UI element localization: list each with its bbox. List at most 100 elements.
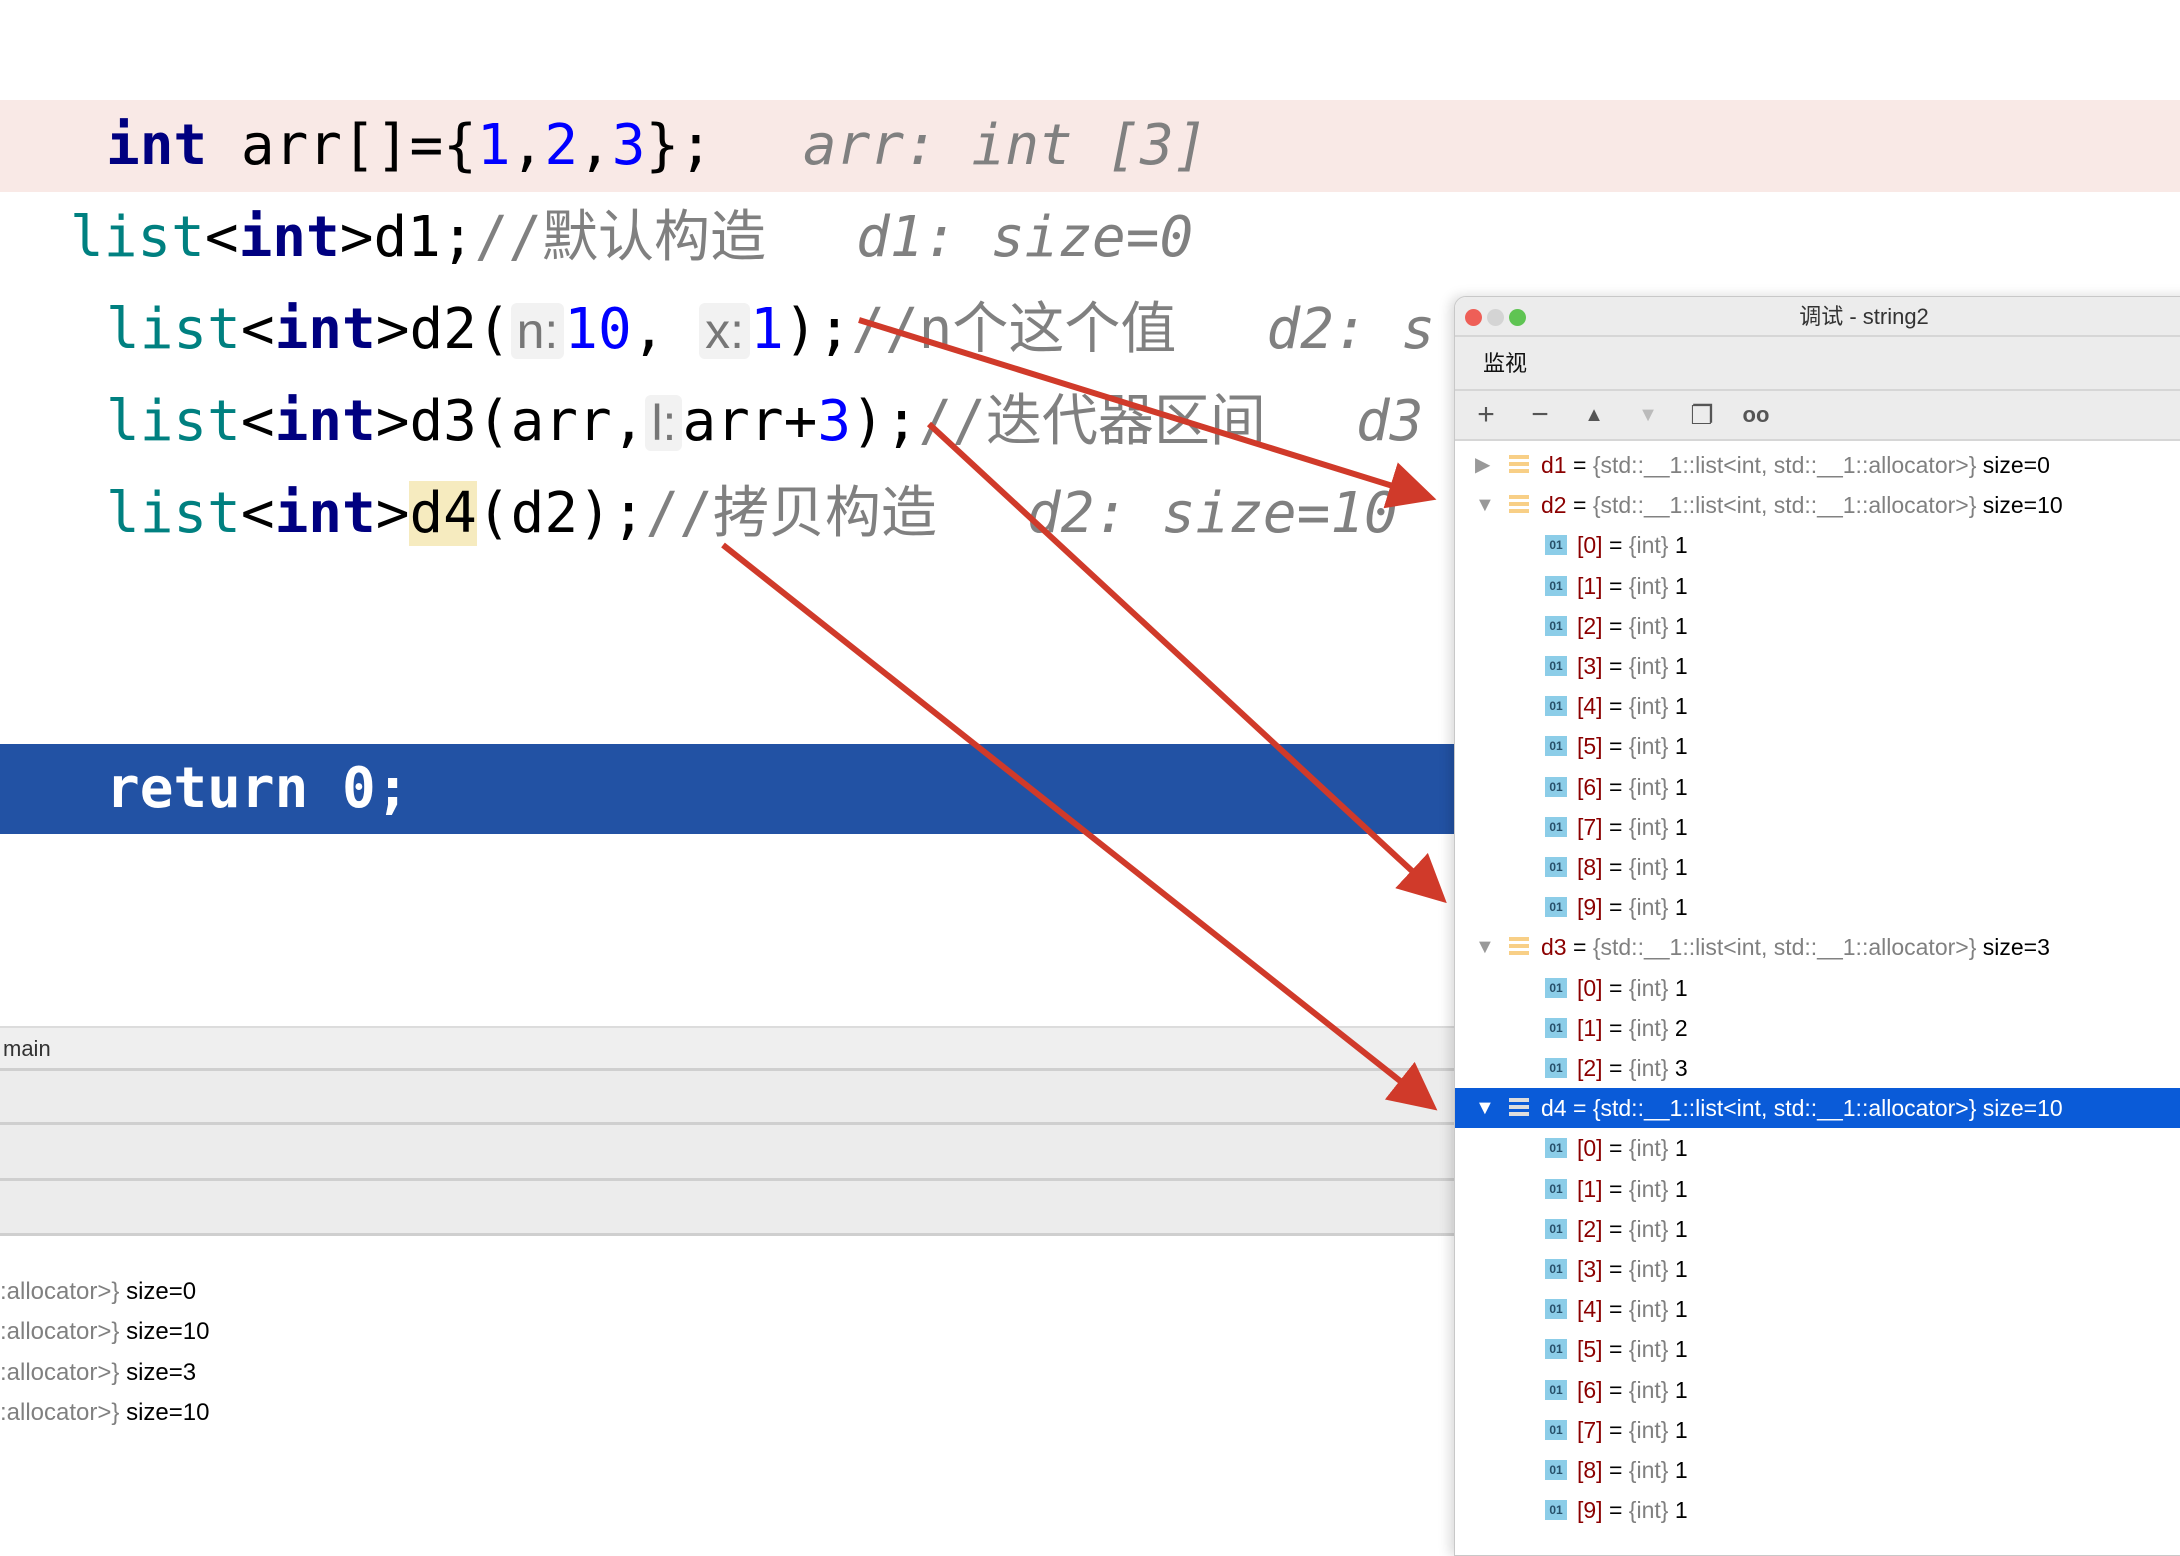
variable-value: size=10 [126,1318,210,1346]
watch-child-item[interactable]: 01 [7] = {int} 1 [1455,807,2180,847]
child-type: {int} [1628,1135,1669,1162]
expanded-triangle-icon[interactable]: ▼ [1475,927,1495,967]
child-value: 1 [1674,1296,1688,1323]
minus-icon[interactable]: − [1523,398,1557,432]
plus-icon[interactable]: + [1469,398,1503,432]
child-type: {int} [1628,532,1669,559]
watch-child-item[interactable]: 01 [1] = {int} 2 [1455,1008,2180,1048]
watch-child-item[interactable]: 01 [3] = {int} 1 [1455,646,2180,686]
frame-row[interactable] [0,1181,1460,1236]
watch-child-item[interactable]: 01 [4] = {int} 1 [1455,686,2180,726]
int-value-icon: 01 [1545,816,1567,837]
child-index: [4] [1577,693,1603,720]
expanded-triangle-icon[interactable]: ▼ [1475,485,1495,525]
int-value-icon: 01 [1545,1460,1567,1480]
watch-child-item[interactable]: 01 [8] = {int} 1 [1455,847,2180,887]
watch-child-item[interactable]: 01 [2] = {int} 1 [1455,1209,2180,1249]
watch-child-item[interactable]: 01 [5] = {int} 1 [1455,1329,2180,1369]
variable-value: size=3 [126,1358,197,1386]
frame-row[interactable] [0,1071,1460,1125]
child-type: {int} [1628,693,1669,720]
watch-child-item[interactable]: 01 [0] = {int} 1 [1455,968,2180,1008]
int-value-icon: 01 [1545,776,1567,797]
watch-child-item[interactable]: 01 [2] = {int} 3 [1455,1048,2180,1088]
variable-type: :allocator>} [0,1398,120,1426]
arrow-down-icon[interactable]: ▼ [1631,404,1665,427]
param-hint: l: [645,395,683,451]
variable-value: size=3 [1982,934,2050,961]
watch-child-item[interactable]: 01 [1] = {int} 1 [1455,1169,2180,1209]
arrow-up-icon[interactable]: ▲ [1577,404,1611,427]
child-type: {int} [1628,854,1669,880]
variable-row[interactable]: :allocator>} size=10 [0,1318,209,1346]
variable-type: {std::__1::list<int, std::__1::allocator… [1592,934,1977,961]
variable-value: size=10 [1982,1095,2063,1122]
inline-hint: d2: size=10 [1026,481,1398,546]
watch-child-item[interactable]: 01 [1] = {int} 1 [1455,566,2180,606]
child-type: {int} [1628,733,1669,760]
watch-item-d3[interactable]: ▼ d3 = {std::__1::list<int, std::__1::all… [1455,927,2180,967]
watch-toolbar: + − ▲ ▼ ❐ oo [1455,391,2180,441]
child-value: 1 [1674,854,1688,880]
variable-stack-icon [1509,455,1529,475]
watch-child-item[interactable]: 01 [0] = {int} 1 [1455,525,2180,565]
window-title: 调试 - string2 [1799,304,1929,329]
expanded-triangle-icon[interactable]: ▼ [1475,1088,1495,1128]
watch-child-item[interactable]: 01 [9] = {int} 1 [1455,887,2180,927]
child-index: [2] [1577,1055,1603,1081]
child-type: {int} [1628,1336,1669,1363]
child-index: [7] [1577,813,1603,840]
variable-name: d2 [1541,492,1567,519]
watch-child-item[interactable]: 01 [6] = {int} 1 [1455,1370,2180,1410]
watch-child-item[interactable]: 01 [9] = {int} 1 [1455,1490,2180,1530]
watch-child-item[interactable]: 01 [7] = {int} 1 [1455,1410,2180,1450]
int-value-icon: 01 [1545,857,1567,877]
variable-row[interactable]: :allocator>} size=3 [0,1359,196,1387]
child-type: {int} [1628,1256,1669,1282]
watch-child-item[interactable]: 01 [3] = {int} 1 [1455,1249,2180,1289]
watch-child-item[interactable]: 01 [0] = {int} 1 [1455,1128,2180,1168]
child-value: 1 [1674,974,1688,1001]
watch-item-d2[interactable]: ▼ d2 = {std::__1::list<int, std::__1::all… [1455,485,2180,525]
child-index: [0] [1577,532,1603,559]
frame-row[interactable] [0,1125,1460,1181]
child-type: {int} [1628,1055,1669,1081]
watch-item-d1[interactable]: ▶ d1 = {std::__1::list<int, std::__1::all… [1455,445,2180,485]
child-text: [1] = {int} 2 [1577,1014,1688,1041]
int-value-icon: 01 [1545,1379,1567,1400]
child-index: [1] [1577,1175,1603,1202]
frame-main[interactable]: main [0,1026,1460,1071]
variable-row[interactable]: :allocator>} size=10 [0,1399,209,1427]
child-index: [9] [1577,1497,1603,1524]
int-value-icon: 01 [1545,1339,1567,1360]
child-index: [8] [1577,854,1603,880]
highlighted-symbol[interactable]: d4 [409,481,477,546]
collapsed-triangle-icon[interactable]: ▶ [1475,445,1490,485]
param-hint: n: [510,303,565,359]
watch-child-item[interactable]: 01 [5] = {int} 1 [1455,726,2180,766]
variable-value: size=10 [1982,492,2063,519]
child-value: 3 [1674,1055,1688,1081]
int-value-icon: 01 [1545,535,1567,556]
child-text: [7] = {int} 1 [1577,813,1688,840]
child-value: 1 [1674,1175,1688,1202]
watch-child-item[interactable]: 01 [6] = {int} 1 [1455,767,2180,807]
watch-child-item[interactable]: 01 [4] = {int} 1 [1455,1289,2180,1329]
watch-item-d4[interactable]: ▼ d4 = {std::__1::list<int, std::__1::all… [1455,1088,2180,1129]
current-execution-line: return 0; [0,744,1460,834]
child-value: 1 [1674,572,1688,599]
copy-icon[interactable]: ❐ [1685,400,1719,431]
child-text: [8] = {int} 1 [1577,1457,1688,1483]
int-value-icon: 01 [1545,1500,1567,1521]
child-value: 1 [1674,1376,1688,1403]
child-value: 1 [1674,1416,1688,1443]
watch-child-item[interactable]: 01 [8] = {int} 1 [1455,1450,2180,1490]
glasses-icon[interactable]: oo [1739,402,1773,428]
watch-child-item[interactable]: 01 [2] = {int} 1 [1455,606,2180,646]
variable-row[interactable]: :allocator>} size=0 [0,1278,196,1306]
child-type: {int} [1628,1497,1669,1524]
child-text: [2] = {int} 3 [1577,1055,1688,1081]
child-value: 1 [1674,894,1688,921]
child-type: {int} [1628,894,1669,921]
inline-hint: d1: size=0 [856,205,1194,270]
